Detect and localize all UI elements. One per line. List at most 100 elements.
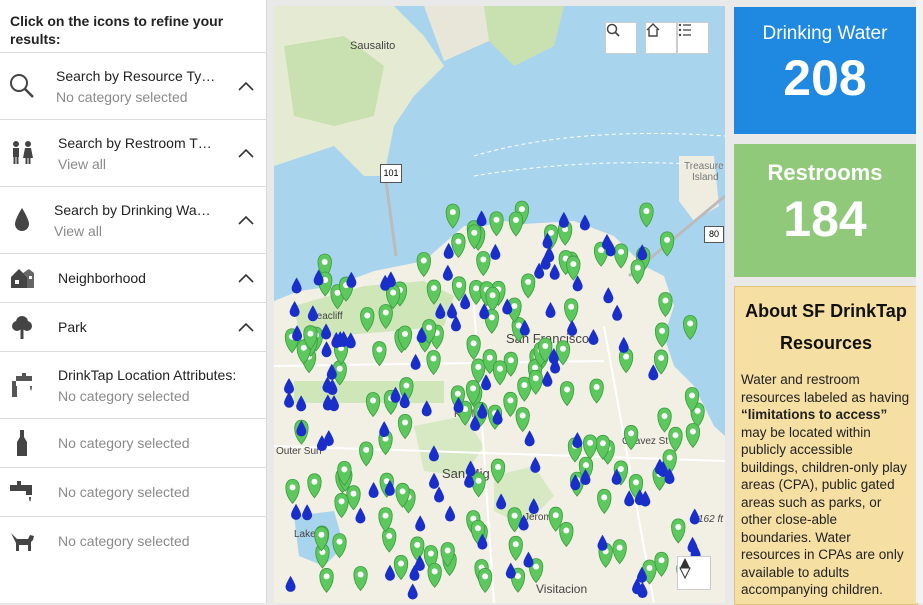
- water-drop-icon[interactable]: [618, 336, 629, 353]
- water-drop-icon[interactable]: [447, 302, 458, 319]
- filter-faucet[interactable]: No category selected: [0, 467, 266, 516]
- water-drop-icon[interactable]: [689, 508, 700, 525]
- compass-button[interactable]: [677, 556, 711, 590]
- restroom-pin-icon[interactable]: [451, 233, 466, 259]
- restroom-pin-icon[interactable]: [582, 434, 598, 460]
- restroom-pin-icon[interactable]: [589, 378, 604, 404]
- water-drop-icon[interactable]: [285, 575, 296, 592]
- chevron-up-icon[interactable]: [226, 215, 266, 225]
- restroom-pin-icon[interactable]: [332, 533, 347, 559]
- water-drop-icon[interactable]: [385, 564, 396, 581]
- restroom-pin-icon[interactable]: [426, 350, 441, 376]
- water-drop-icon[interactable]: [322, 394, 333, 411]
- restroom-pin-icon[interactable]: [416, 252, 431, 278]
- restroom-pin-icon[interactable]: [489, 211, 504, 237]
- restroom-pin-icon[interactable]: [466, 334, 481, 360]
- chevron-up-icon[interactable]: [226, 148, 266, 158]
- restroom-pin-icon[interactable]: [476, 251, 491, 277]
- restroom-pin-icon[interactable]: [654, 322, 670, 348]
- restroom-pin-icon[interactable]: [564, 298, 579, 324]
- filter-location-attributes[interactable]: DrinkTap Location Attributes: No categor…: [0, 351, 266, 418]
- water-drop-icon[interactable]: [434, 486, 445, 503]
- restroom-pin-icon[interactable]: [521, 273, 536, 299]
- water-drop-icon[interactable]: [542, 370, 553, 387]
- restroom-pin-icon[interactable]: [492, 360, 508, 386]
- restroom-pin-icon[interactable]: [559, 522, 574, 548]
- restroom-pin-icon[interactable]: [515, 407, 530, 433]
- water-drop-icon[interactable]: [496, 493, 507, 510]
- filter-drinking-water[interactable]: Search by Drinking Wa… View all: [0, 186, 266, 253]
- scrollbar-track[interactable]: [916, 0, 923, 603]
- map-legend-button[interactable]: [677, 22, 709, 54]
- water-drop-icon[interactable]: [321, 323, 332, 340]
- water-drop-icon[interactable]: [421, 400, 432, 417]
- restroom-pin-icon[interactable]: [508, 535, 523, 561]
- restroom-pin-icon[interactable]: [471, 472, 486, 498]
- water-drop-icon[interactable]: [410, 353, 421, 370]
- restroom-pin-icon[interactable]: [597, 488, 612, 514]
- restroom-pin-icon[interactable]: [378, 304, 393, 330]
- water-drop-icon[interactable]: [612, 304, 623, 321]
- filter-dog[interactable]: No category selected: [0, 516, 266, 565]
- water-drop-icon[interactable]: [442, 264, 453, 281]
- chevron-up-icon[interactable]: [226, 81, 266, 91]
- restroom-pin-icon[interactable]: [630, 259, 645, 285]
- water-drop-icon[interactable]: [637, 244, 648, 261]
- water-drop-icon[interactable]: [284, 377, 295, 394]
- restroom-pin-icon[interactable]: [382, 527, 397, 553]
- water-drop-icon[interactable]: [603, 287, 614, 304]
- restroom-pin-icon[interactable]: [353, 566, 368, 592]
- restroom-pin-icon[interactable]: [639, 202, 654, 228]
- restroom-pin-icon[interactable]: [657, 407, 672, 433]
- restroom-pin-icon[interactable]: [508, 211, 524, 237]
- water-drop-icon[interactable]: [549, 263, 560, 280]
- filter-park[interactable]: Park: [0, 302, 266, 351]
- water-drop-icon[interactable]: [428, 445, 439, 462]
- water-drop-icon[interactable]: [567, 319, 578, 336]
- water-drop-icon[interactable]: [545, 302, 556, 319]
- water-drop-icon[interactable]: [530, 456, 541, 473]
- water-drop-icon[interactable]: [291, 503, 302, 520]
- restroom-pin-icon[interactable]: [668, 426, 683, 452]
- water-drop-icon[interactable]: [505, 562, 516, 579]
- restroom-pin-icon[interactable]: [397, 414, 413, 440]
- water-drop-icon[interactable]: [435, 302, 446, 319]
- restroom-pin-icon[interactable]: [365, 392, 381, 418]
- chevron-up-icon[interactable]: [226, 322, 266, 332]
- water-drop-icon[interactable]: [445, 505, 456, 522]
- map-home-button[interactable]: [645, 22, 677, 54]
- water-drop-icon[interactable]: [490, 243, 501, 260]
- restroom-pin-icon[interactable]: [490, 458, 506, 484]
- map-view[interactable]: 101 80 Sausalito Treasure Island San Fra…: [274, 6, 725, 603]
- restroom-pin-icon[interactable]: [426, 279, 442, 305]
- water-drop-icon[interactable]: [579, 214, 590, 231]
- restroom-pin-icon[interactable]: [503, 391, 518, 417]
- restroom-pin-icon[interactable]: [507, 507, 522, 533]
- restroom-pin-icon[interactable]: [372, 341, 387, 367]
- water-drop-icon[interactable]: [572, 432, 583, 449]
- water-drop-icon[interactable]: [307, 305, 318, 322]
- restroom-pin-icon[interactable]: [658, 292, 673, 318]
- water-drop-icon[interactable]: [588, 328, 599, 345]
- water-drop-icon[interactable]: [292, 325, 303, 342]
- filter-bottle[interactable]: No category selected: [0, 418, 266, 467]
- restroom-pin-icon[interactable]: [427, 563, 442, 589]
- restroom-pin-icon[interactable]: [683, 315, 698, 341]
- filter-neighborhood[interactable]: Neighborhood: [0, 253, 266, 302]
- water-drop-icon[interactable]: [379, 421, 390, 438]
- water-drop-icon[interactable]: [385, 271, 396, 288]
- restroom-pin-icon[interactable]: [559, 381, 575, 407]
- water-drop-icon[interactable]: [296, 395, 307, 412]
- water-drop-icon[interactable]: [597, 534, 608, 551]
- filter-restroom-type[interactable]: Search by Restroom T… View all: [0, 119, 266, 186]
- marker-layer[interactable]: [274, 6, 725, 603]
- restroom-pin-icon[interactable]: [359, 441, 374, 467]
- restroom-pin-icon[interactable]: [410, 536, 425, 562]
- water-drop-icon[interactable]: [289, 301, 300, 318]
- restroom-pin-icon[interactable]: [477, 567, 493, 593]
- water-drop-icon[interactable]: [476, 210, 487, 227]
- restroom-pin-icon[interactable]: [613, 243, 629, 269]
- restroom-pin-icon[interactable]: [346, 485, 361, 511]
- water-drop-icon[interactable]: [284, 391, 295, 408]
- restroom-pin-icon[interactable]: [671, 518, 686, 544]
